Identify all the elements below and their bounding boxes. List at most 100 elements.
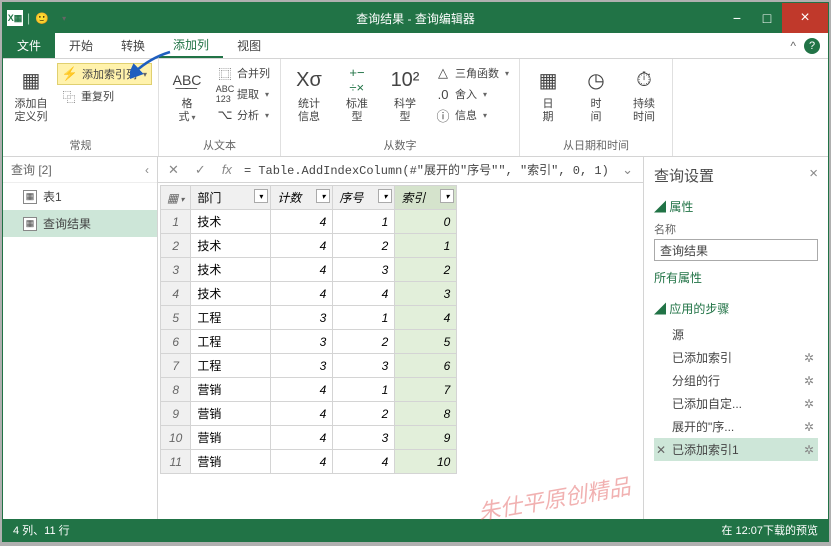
statusbar: 4 列、11 行 在 12:07下载的预览	[3, 519, 828, 541]
duration-button[interactable]: ⏱持续 时间	[622, 61, 666, 127]
settings-title: 查询设置	[654, 165, 714, 186]
steps-section: ◢ 应用的步骤	[654, 300, 818, 317]
table-row[interactable]: 6工程325	[161, 330, 457, 354]
tab-view[interactable]: 视图	[223, 33, 275, 58]
table-row[interactable]: 7工程336	[161, 354, 457, 378]
info-icon: ⓘ	[435, 107, 451, 123]
add-index-column-button[interactable]: ⚡ 添加索引列▾	[57, 63, 152, 85]
queries-pane: 查询 [2] ‹ ▦表1 ▦查询结果	[3, 157, 158, 519]
index-icon: ⚡	[62, 66, 78, 82]
duplicate-column-button[interactable]: ⿻ 重复列	[57, 86, 152, 106]
filter-icon[interactable]: ▾	[254, 189, 268, 203]
group-label-datetime: 从日期和时间	[526, 134, 666, 156]
formula-cancel-icon[interactable]: ✕	[164, 162, 183, 178]
table-row[interactable]: 2技术421	[161, 234, 457, 258]
time-button[interactable]: ◷时 间	[574, 61, 618, 127]
table-row[interactable]: 4技术443	[161, 282, 457, 306]
applied-step[interactable]: 已添加自定...✲	[654, 392, 818, 415]
name-label: 名称	[654, 221, 818, 237]
add-custom-column-button[interactable]: ▦ 添加自 定义列	[9, 61, 53, 127]
status-right: 在 12:07下载的预览	[721, 522, 818, 538]
ribbon: ▦ 添加自 定义列 ⚡ 添加索引列▾ ⿻ 重复列 常规	[3, 59, 828, 157]
scientific-button[interactable]: 10²科学 型	[383, 61, 427, 127]
close-button[interactable]: ×	[782, 3, 828, 33]
step-gear-icon[interactable]: ✲	[804, 420, 814, 434]
table-row[interactable]: 9营销428	[161, 402, 457, 426]
fx-icon[interactable]: fx	[218, 162, 236, 177]
rounding-button[interactable]: .0舍入▾	[431, 84, 513, 104]
analyze-button[interactable]: ⌥分析▾	[213, 105, 274, 125]
step-gear-icon[interactable]: ✲	[804, 443, 814, 457]
trig-icon: △	[435, 65, 451, 81]
table-row[interactable]: 3技术432	[161, 258, 457, 282]
column-header[interactable]: 索引▾	[395, 186, 457, 210]
filter-icon[interactable]: ▾	[378, 189, 392, 203]
tab-add-column[interactable]: 添加列	[159, 33, 223, 58]
date-button[interactable]: ▦日 期	[526, 61, 570, 127]
column-header[interactable]: 序号▾	[333, 186, 395, 210]
query-name-input[interactable]	[654, 239, 818, 261]
queries-header: 查询 [2]	[11, 161, 52, 178]
properties-section: ◢ 属性	[654, 198, 818, 215]
table-row[interactable]: 1技术410	[161, 210, 457, 234]
round-icon: .0	[435, 86, 451, 102]
duplicate-icon: ⿻	[61, 88, 77, 104]
table-row[interactable]: 10营销439	[161, 426, 457, 450]
ribbon-collapse-icon[interactable]: ^	[790, 39, 796, 53]
data-grid[interactable]: ▦▾ 部门▾ 计数▾ 序号▾ 索引▾ 1技术4102技术4213技术4324技术…	[160, 185, 457, 474]
applied-step[interactable]: 分组的行✲	[654, 369, 818, 392]
filter-icon[interactable]: ▾	[316, 189, 330, 203]
step-gear-icon[interactable]: ✲	[804, 374, 814, 388]
query-item[interactable]: ▦查询结果	[3, 210, 157, 237]
custom-column-icon: ▦	[15, 64, 47, 96]
group-label-general: 常规	[9, 134, 152, 156]
step-gear-icon[interactable]: ✲	[804, 351, 814, 365]
qat-separator: |	[27, 11, 30, 25]
trigonometry-button[interactable]: △三角函数▾	[431, 63, 513, 83]
query-item[interactable]: ▦表1	[3, 183, 157, 210]
collapse-pane-icon[interactable]: ‹	[145, 163, 149, 177]
column-header[interactable]: 计数▾	[271, 186, 333, 210]
qat-smiley-icon[interactable]: 🙂	[34, 10, 50, 26]
date-icon: ▦	[532, 64, 564, 96]
group-label-number: 从数字	[287, 134, 513, 156]
table-row[interactable]: 11营销4410	[161, 450, 457, 474]
extract-icon: ABC123	[217, 86, 233, 102]
time-icon: ◷	[580, 64, 612, 96]
merge-columns-button[interactable]: ⿴合并列	[213, 63, 274, 83]
select-all-corner[interactable]: ▦▾	[161, 186, 191, 210]
tab-transform[interactable]: 转换	[107, 33, 159, 58]
formula-dropdown-icon[interactable]: ⌄	[618, 162, 637, 178]
calc-icon: +−÷×	[341, 64, 373, 96]
column-header[interactable]: 部门▾	[191, 186, 271, 210]
formula-confirm-icon[interactable]: ✓	[191, 162, 210, 178]
qat-dropdown-icon[interactable]: ▾	[56, 10, 72, 26]
minimize-button[interactable]: −	[722, 3, 752, 33]
step-gear-icon[interactable]: ✲	[804, 397, 814, 411]
ribbon-tabs: 文件 开始 转换 添加列 视图 ^ ?	[3, 33, 828, 59]
analyze-icon: ⌥	[217, 107, 233, 123]
extract-button[interactable]: ABC123提取▾	[213, 84, 274, 104]
filter-icon[interactable]: ▾	[440, 189, 454, 203]
sigma-icon: Xσ	[293, 64, 325, 96]
format-button[interactable]: A͟B͟C 格 式▾	[165, 61, 209, 127]
applied-step[interactable]: 源	[654, 323, 818, 346]
info-button[interactable]: ⓘ信息▾	[431, 105, 513, 125]
tab-home[interactable]: 开始	[55, 33, 107, 58]
maximize-button[interactable]: □	[752, 3, 782, 33]
applied-step[interactable]: 已添加索引✲	[654, 346, 818, 369]
tab-file[interactable]: 文件	[3, 33, 55, 58]
delete-step-icon[interactable]: ✕	[656, 443, 666, 457]
close-settings-icon[interactable]: ×	[809, 165, 818, 186]
applied-step[interactable]: ✕已添加索引1✲	[654, 438, 818, 461]
applied-step[interactable]: 展开的"序...✲	[654, 415, 818, 438]
statistics-button[interactable]: Xσ统计 信息	[287, 61, 331, 127]
table-row[interactable]: 8营销417	[161, 378, 457, 402]
table-row[interactable]: 5工程314	[161, 306, 457, 330]
help-icon[interactable]: ?	[804, 38, 820, 54]
all-properties-link[interactable]: 所有属性	[654, 269, 818, 286]
standard-button[interactable]: +−÷×标准 型	[335, 61, 379, 127]
format-icon: A͟B͟C	[171, 64, 203, 96]
formula-bar: ✕ ✓ fx = Table.AddIndexColumn(#"展开的"序号""…	[158, 157, 643, 183]
formula-input[interactable]: = Table.AddIndexColumn(#"展开的"序号"", "索引",…	[244, 161, 610, 178]
